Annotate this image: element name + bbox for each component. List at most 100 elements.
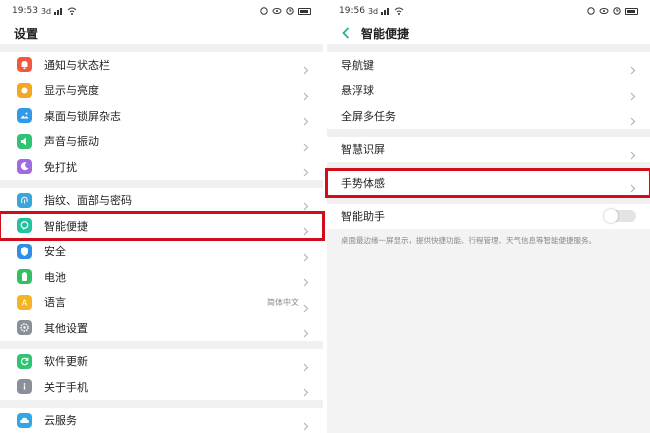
settings-item-label: 其他设置 bbox=[44, 321, 88, 335]
wallpaper-icon bbox=[17, 108, 32, 124]
chevron-right-icon bbox=[303, 272, 309, 287]
battery-status-icon bbox=[298, 7, 311, 15]
section-divider bbox=[0, 399, 323, 408]
page-title: 设置 bbox=[0, 22, 323, 44]
svg-text:A: A bbox=[22, 298, 28, 307]
settings-item-label: 智能便捷 bbox=[44, 219, 88, 233]
chevron-right-icon bbox=[303, 298, 309, 313]
settings-item-label: 云服务 bbox=[44, 414, 77, 428]
chevron-right-icon bbox=[630, 145, 636, 160]
navigation-keys-row[interactable]: 导航键 bbox=[327, 52, 650, 78]
status-time: 19:56 bbox=[339, 6, 365, 16]
settings-item-language[interactable]: A 语言 简体中文 bbox=[0, 289, 323, 315]
chevron-right-icon bbox=[303, 247, 309, 262]
floating-ball-row[interactable]: 悬浮球 bbox=[327, 77, 650, 103]
settings-item-label: 手势体感 bbox=[341, 176, 385, 190]
signal-indicator: 3d bbox=[367, 6, 379, 16]
smart-assistant-label: 智能助手 bbox=[341, 210, 385, 224]
update-icon bbox=[17, 353, 32, 369]
section-divider bbox=[0, 44, 323, 52]
fingerprint-icon bbox=[17, 192, 32, 208]
section-divider bbox=[327, 128, 650, 137]
status-bar: 19:53 3d bbox=[0, 0, 323, 22]
settings-group: 软件更新关于手机 bbox=[0, 348, 323, 400]
settings-item-value: 简体中文 bbox=[267, 297, 299, 307]
settings-item-brightness[interactable]: 显示与亮度 bbox=[0, 77, 323, 103]
chevron-right-icon bbox=[303, 357, 309, 372]
cloud-icon bbox=[17, 412, 32, 428]
chevron-right-icon bbox=[303, 137, 309, 152]
moon-icon bbox=[17, 159, 32, 175]
alarm-icon bbox=[586, 7, 596, 15]
settings-item-gear[interactable]: 其他设置 bbox=[0, 315, 323, 341]
chevron-right-icon bbox=[303, 416, 309, 431]
chevron-right-icon bbox=[303, 196, 309, 211]
section-divider bbox=[0, 179, 323, 188]
chevron-right-icon bbox=[630, 178, 636, 193]
section-divider bbox=[327, 44, 650, 52]
fullscreen-multitask-row[interactable]: 全屏多任务 bbox=[327, 103, 650, 129]
settings-item-moon[interactable]: 免打扰 bbox=[0, 154, 323, 180]
settings-item-wallpaper[interactable]: 桌面与锁屏杂志 bbox=[0, 103, 323, 129]
settings-item-cloud[interactable]: 云服务 bbox=[0, 407, 323, 433]
chevron-right-icon bbox=[303, 323, 309, 338]
smart-assistant-row[interactable]: 智能助手 bbox=[327, 203, 650, 229]
section-divider bbox=[327, 195, 650, 204]
eye-icon bbox=[272, 7, 282, 15]
wifi-icon bbox=[394, 7, 404, 15]
signal-icon bbox=[381, 7, 391, 15]
settings-item-fingerprint[interactable]: 指纹、面部与密码 bbox=[0, 187, 323, 213]
smart-screen-recognition-row[interactable]: 智慧识屏 bbox=[327, 136, 650, 162]
gesture-motion-row[interactable]: 手势体感 bbox=[327, 170, 650, 196]
chevron-right-icon bbox=[303, 162, 309, 177]
settings-item-battery[interactable]: 电池 bbox=[0, 264, 323, 290]
settings-list: 通知与状态栏显示与亮度桌面与锁屏杂志声音与振动免打扰指纹、面部与密码 智能便捷安全… bbox=[0, 44, 323, 433]
chevron-right-icon bbox=[303, 86, 309, 101]
chevron-right-icon bbox=[303, 60, 309, 75]
smart-assist-screen: 19:56 3d 智能便捷 导航键 悬浮球 全屏多任务 智慧识屏 手势体感 智能助手 桌 bbox=[327, 0, 650, 433]
settings-group: 导航键 悬浮球全屏多任务 bbox=[327, 52, 650, 129]
info-icon bbox=[17, 379, 32, 395]
settings-item-label: 通知与状态栏 bbox=[44, 58, 110, 72]
settings-item-label: 桌面与锁屏杂志 bbox=[44, 109, 121, 123]
settings-group: 云服务 bbox=[0, 407, 323, 433]
chevron-right-icon bbox=[630, 86, 636, 101]
settings-item-shield[interactable]: 安全 bbox=[0, 238, 323, 264]
settings-group: 手势体感 bbox=[327, 170, 650, 196]
title-bar: 智能便捷 bbox=[327, 22, 650, 44]
smart-assist-list: 导航键 悬浮球全屏多任务智慧识屏手势体感 bbox=[327, 44, 650, 204]
eye-icon bbox=[599, 7, 609, 15]
language-icon: A bbox=[17, 294, 32, 310]
battery-status-icon bbox=[625, 7, 638, 15]
settings-item-label: 智慧识屏 bbox=[341, 143, 385, 157]
smart-assistant-toggle[interactable] bbox=[604, 209, 636, 224]
battery-icon bbox=[17, 269, 32, 285]
shield-icon bbox=[17, 243, 32, 259]
back-arrow-icon[interactable] bbox=[339, 26, 353, 40]
settings-group: 指纹、面部与密码 智能便捷安全电池 A 语言 简体中文其他设置 bbox=[0, 187, 323, 341]
signal-indicator: 3d bbox=[40, 6, 52, 16]
status-bar: 19:56 3d bbox=[327, 0, 650, 22]
settings-item-notification-bell[interactable]: 通知与状态栏 bbox=[0, 52, 323, 78]
settings-item-label: 全屏多任务 bbox=[341, 109, 396, 123]
settings-item-speaker[interactable]: 声音与振动 bbox=[0, 128, 323, 154]
clock-icon bbox=[285, 7, 295, 15]
settings-item-label: 安全 bbox=[44, 245, 66, 259]
clock-icon bbox=[612, 7, 622, 15]
settings-item-label: 关于手机 bbox=[44, 380, 88, 394]
settings-item-update[interactable]: 软件更新 bbox=[0, 348, 323, 374]
brightness-icon bbox=[17, 82, 32, 98]
status-time: 19:53 bbox=[12, 6, 38, 16]
notification-bell-icon bbox=[17, 57, 32, 73]
chevron-right-icon bbox=[630, 111, 636, 126]
wifi-icon bbox=[67, 7, 77, 15]
settings-item-label: 指纹、面部与密码 bbox=[44, 194, 132, 208]
section-divider bbox=[327, 162, 650, 170]
settings-item-smart-assist[interactable]: 智能便捷 bbox=[0, 213, 323, 239]
settings-item-label: 免打扰 bbox=[44, 160, 77, 174]
settings-item-info[interactable]: 关于手机 bbox=[0, 374, 323, 400]
smart-assist-icon bbox=[17, 218, 32, 234]
chevron-right-icon bbox=[630, 60, 636, 75]
section-divider bbox=[0, 340, 323, 349]
settings-group: 通知与状态栏显示与亮度桌面与锁屏杂志声音与振动免打扰 bbox=[0, 52, 323, 180]
